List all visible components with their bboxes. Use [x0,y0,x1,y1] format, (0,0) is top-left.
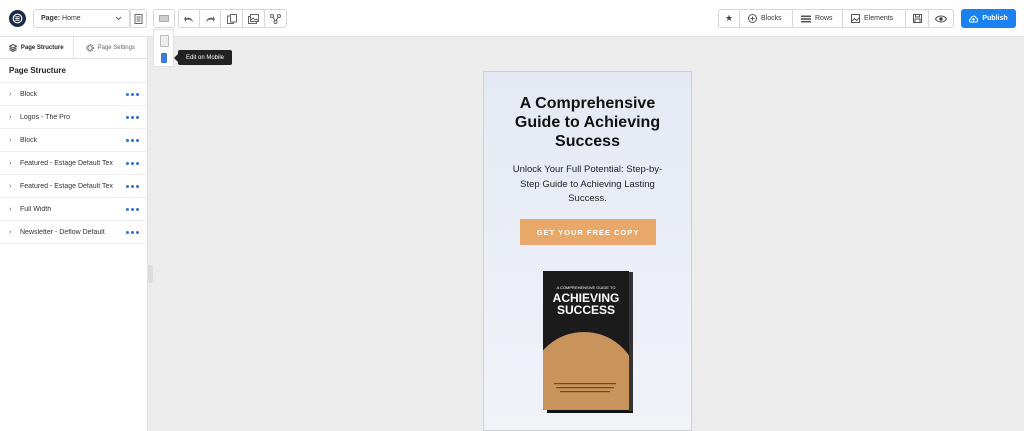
tab-page-settings[interactable]: Page Settings [74,37,148,58]
blocks-button[interactable]: Blocks [740,9,793,28]
panel-title: Page Structure [0,59,147,83]
publish-button[interactable]: Publish [961,9,1016,28]
book-cover-image[interactable]: A COMPREHENSIVE GUIDE TO ACHIEVING SUCCE… [540,269,636,414]
templates-button[interactable] [220,9,243,28]
hero-subtitle-line: Step Guide to Achieving Lasting [520,178,655,190]
more-options-icon[interactable] [126,184,139,188]
more-options-icon[interactable] [126,92,139,96]
document-icon [134,13,143,24]
chevron-right-icon[interactable]: › [9,183,20,190]
tree-row-label: Featured - Estage Default Tex [20,182,113,190]
mobile-preview-frame[interactable]: A Comprehensive Guide to Achieving Succe… [483,71,692,431]
hero-title-line: Success [555,133,620,150]
tree-row[interactable]: › Featured - Estage Default Tex [0,175,147,198]
redo-button[interactable] [199,9,221,28]
tree-row[interactable]: › Featured - Estage Default Tex [0,152,147,175]
more-options-icon[interactable] [126,138,139,142]
book-kicker: A COMPREHENSIVE GUIDE TO [557,285,616,290]
tree-row[interactable]: › Logos - The Pro [0,106,147,129]
hero-subtitle-line: Success. [568,193,607,204]
sidebar: Page Structure Page Settings Page Struct… [0,37,148,431]
publish-label: Publish [982,15,1008,22]
more-options-icon[interactable] [126,115,139,119]
tab-page-structure-label: Page Structure [20,44,64,51]
more-options-icon[interactable] [126,161,139,165]
undo-button[interactable] [178,9,200,28]
tree-row-label: Block [20,136,38,144]
chevron-right-icon[interactable]: › [9,206,20,213]
image-icon [851,14,860,23]
tree-row-label: Logos - The Pro [20,113,71,121]
page-select-key: Page: [41,15,61,22]
gear-icon [85,43,94,52]
chevron-right-icon[interactable]: › [9,114,20,121]
page-settings-button[interactable] [130,9,147,28]
blocks-label: Blocks [761,15,782,22]
eye-icon [935,15,947,22]
redo-icon [206,15,215,22]
cloud-upload-icon [969,15,979,22]
more-options-icon[interactable] [126,207,139,211]
template-icon [226,13,237,24]
device-tooltip: Edit on Mobile [174,50,232,65]
preview-button[interactable] [929,9,954,28]
tree-row-label: Block [20,90,38,98]
sidebar-tabs: Page Structure Page Settings [0,37,147,59]
tree-row-label: Newsletter - Deflow Default [20,228,105,236]
rows-icon [801,15,811,22]
favorites-button[interactable]: ★ [718,9,740,28]
chevron-right-icon[interactable]: › [9,229,20,236]
page-select[interactable]: Page: Home [33,9,130,28]
right-toolbar-group: ★ Blocks Rows Elements [718,9,954,28]
media-button[interactable] [242,9,265,28]
cta-button[interactable]: GET YOUR FREE COPY [520,219,656,245]
tree-row-label: Full Width [20,205,52,213]
hero-title-line: Guide to Achieving [514,114,661,131]
plus-circle-icon [748,14,757,23]
sidebar-collapse-handle[interactable] [148,265,153,283]
undo-icon [184,15,193,22]
logo-icon [12,13,23,24]
tree-row[interactable]: › Newsletter - Deflow Default [0,221,147,244]
hero-title-line: A Comprehensive [519,95,656,112]
page-select-value: Home [62,15,81,22]
rows-button[interactable]: Rows [793,9,843,28]
integrations-button[interactable] [264,9,287,28]
tab-page-structure[interactable]: Page Structure [0,37,74,58]
chevron-right-icon[interactable]: › [9,137,20,144]
chevron-down-icon [115,16,122,21]
tree-row[interactable]: › Block [0,129,147,152]
images-icon [248,13,259,24]
hero-title[interactable]: A Comprehensive Guide to Achieving Succe… [484,94,691,151]
sitemap-icon [270,13,281,24]
tree-row-label: Featured - Estage Default Tex [20,159,113,167]
rows-label: Rows [815,15,833,22]
hero-subtitle[interactable]: Unlock Your Full Potential: Step-by- Ste… [499,163,676,207]
elements-label: Elements [864,15,894,22]
layers-icon [8,43,17,52]
tree-row[interactable]: › Full Width [0,198,147,221]
app-logo[interactable] [9,10,26,27]
more-options-icon[interactable] [126,230,139,234]
chevron-right-icon[interactable]: › [9,91,20,98]
device-toggle-button[interactable] [153,9,175,28]
elements-button[interactable]: Elements [843,9,906,28]
hero-subtitle-line: Unlock Your Full Potential: Step-by- [512,164,663,175]
star-icon: ★ [724,13,734,23]
tree-row[interactable]: › Block [0,83,147,106]
device-menu [153,29,174,67]
chevron-right-icon[interactable]: › [9,160,20,167]
desktop-device-icon[interactable] [160,35,169,47]
mobile-device-icon[interactable] [161,53,167,63]
book-title-line-2: SUCCESS [557,303,615,317]
save-button[interactable] [906,9,929,28]
desktop-icon [159,14,169,22]
save-icon [912,14,922,23]
tab-page-settings-label: Page Settings [97,44,135,51]
